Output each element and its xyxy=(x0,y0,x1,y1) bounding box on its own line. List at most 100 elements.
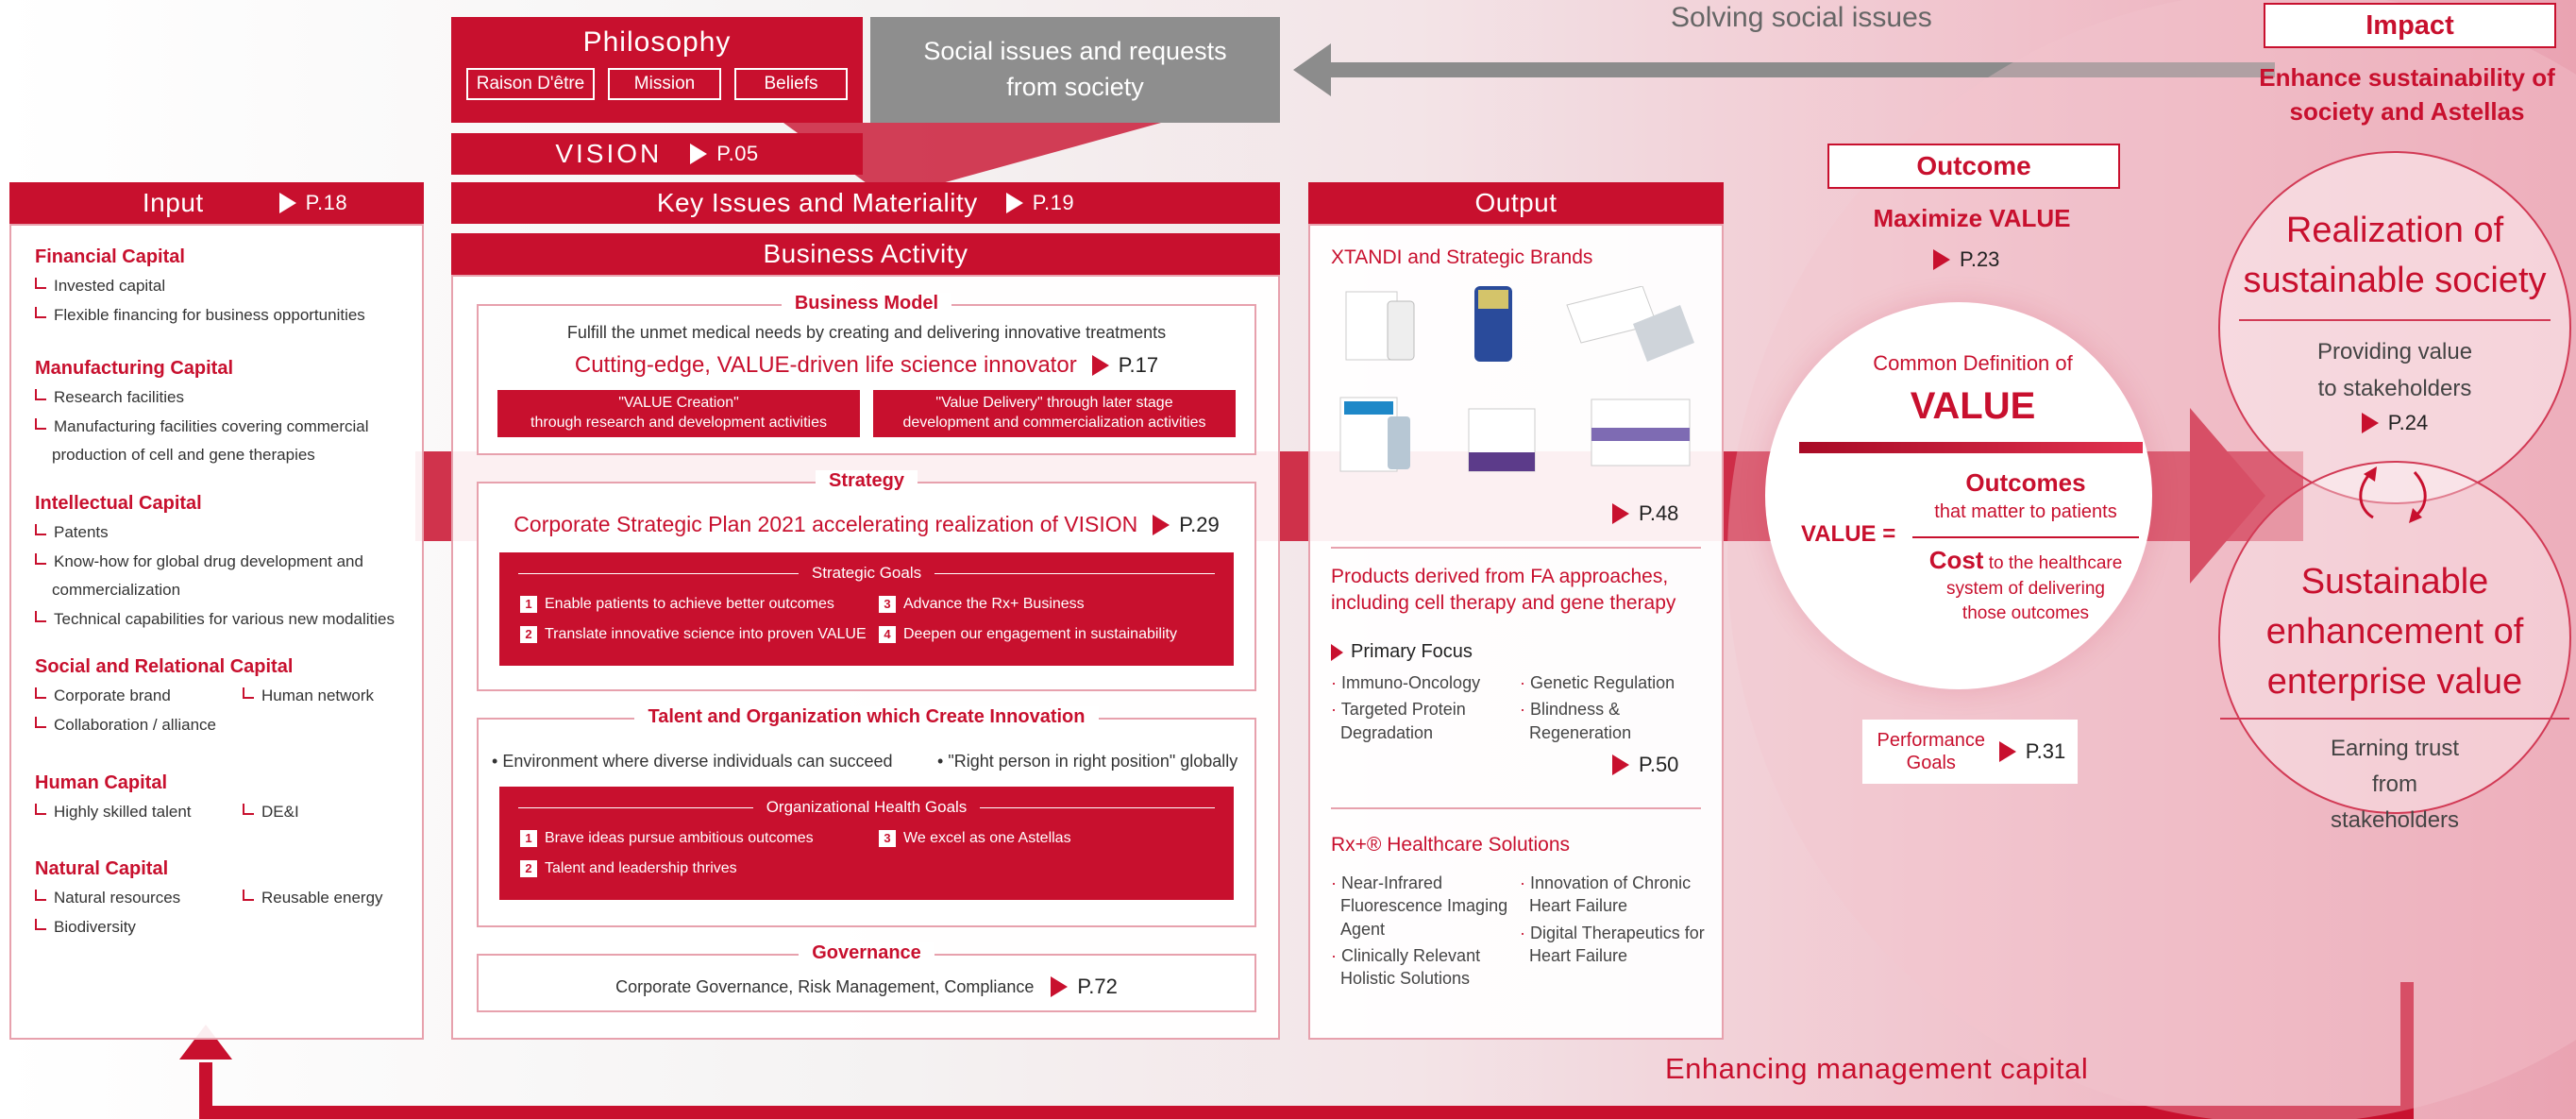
strategic-goals-box: Strategic Goals 1 Enable patients to achi… xyxy=(499,552,1234,666)
talent-item: "Right person in right position" globall… xyxy=(948,752,1238,771)
governance-box: Governance Corporate Governance, Risk Ma… xyxy=(477,942,1256,1012)
value-creation-box: "VALUE Creation" through research and de… xyxy=(497,390,860,437)
value-delivery-label: "Value Delivery" xyxy=(935,395,1043,411)
value-creation-desc: through research and development activit… xyxy=(530,414,827,431)
cost-denominator: Cost to the healthcare system of deliver… xyxy=(1912,544,2139,625)
input-item: Research facilities xyxy=(54,388,184,407)
rx-item: · Digital Therapeutics for Heart Failure xyxy=(1520,923,1705,965)
value-underline xyxy=(1799,442,2143,453)
value-equals: VALUE = xyxy=(1801,521,1896,547)
vision-label: VISION xyxy=(555,139,663,168)
circle1-ref[interactable]: P.24 xyxy=(2361,411,2428,435)
strategic-goal: Enable patients to achieve better outcom… xyxy=(545,596,834,612)
philosophy-block: Philosophy Raison D'être Mission Beliefs xyxy=(451,17,863,123)
value-delivery-desc-a: through later stage xyxy=(1042,395,1173,411)
rx-title: Rx+® Healthcare Solutions xyxy=(1331,834,1571,856)
fa-title: Products derived from FA approaches, inc… xyxy=(1331,566,1676,615)
play-icon xyxy=(278,193,296,213)
input-item: commercialization xyxy=(52,581,181,600)
cost-sub: those outcomes xyxy=(1961,602,2090,623)
input-item: Patents xyxy=(54,522,109,541)
input-item: Collaboration / alliance xyxy=(54,715,216,734)
talent-item: Environment where diverse individuals ca… xyxy=(502,752,893,771)
cycle-icon xyxy=(2359,466,2427,523)
key-issues-title: Key Issues and Materiality xyxy=(656,188,978,217)
raison-detre-box: Raison D'être xyxy=(466,68,595,100)
goal-number: 1 xyxy=(520,596,537,613)
social-capital-title: Social and Relational Capital xyxy=(35,656,294,678)
financial-capital-title: Financial Capital xyxy=(35,246,185,267)
play-icon xyxy=(1612,754,1629,775)
business-model-title: Business Model xyxy=(781,293,952,314)
natural-capital-title: Natural Capital xyxy=(35,858,169,880)
business-model-headline: Cutting-edge, VALUE-driven life science … xyxy=(574,352,1077,378)
triangle-bullet-icon xyxy=(1331,643,1343,661)
focus-item: · Blindness & Regeneration xyxy=(1520,700,1632,742)
input-bar: Input P.18 xyxy=(9,182,424,224)
org-goal: Brave ideas pursue ambitious outcomes xyxy=(545,830,814,846)
fraction-line xyxy=(1912,536,2139,538)
vision-bar: VISION P.05 xyxy=(451,133,863,175)
brands-ref[interactable]: P.48 xyxy=(1612,501,1678,526)
strategy-title: Strategy xyxy=(815,470,918,491)
key-issues-bar: Key Issues and Materiality P.19 xyxy=(451,182,1280,224)
talent-title: Talent and Organization which Create Inn… xyxy=(634,706,1099,727)
talent-box: Talent and Organization which Create Inn… xyxy=(477,706,1256,927)
sustainable-society-title: Realization of sustainable society xyxy=(2243,211,2547,301)
play-icon xyxy=(1998,741,2016,762)
rx-item: · Innovation of Chronic Heart Failure xyxy=(1520,873,1692,916)
play-icon xyxy=(1005,193,1023,213)
outcomes-numerator: Outcomes that matter to patients xyxy=(1912,468,2139,523)
value-creation-label: "VALUE Creation" xyxy=(618,395,739,411)
play-icon xyxy=(690,144,708,164)
vision-ref[interactable]: P.05 xyxy=(690,142,758,166)
outcomes-label: Outcomes xyxy=(1965,468,2086,497)
strategic-goal: Deepen our engagement in sustainability xyxy=(903,626,1177,642)
play-icon xyxy=(1933,249,1950,270)
value-delivery-box: "Value Delivery" through later stage dev… xyxy=(873,390,1236,437)
cost-sub: system of delivering xyxy=(1946,579,2105,600)
product-images xyxy=(1339,286,1694,472)
key-issues-ref[interactable]: P.19 xyxy=(1005,191,1074,215)
value-heading: VALUE xyxy=(1910,385,2036,427)
rx-item: · Clinically Relevant Holistic Solutions xyxy=(1331,945,1481,989)
input-item: Flexible financing for business opportun… xyxy=(54,305,365,324)
input-item: Technical capabilities for various new m… xyxy=(54,609,395,628)
strategy-box: Strategy Corporate Strategic Plan 2021 a… xyxy=(477,470,1256,691)
input-item: Reusable energy xyxy=(261,889,383,907)
beliefs-box: Beliefs xyxy=(734,68,848,100)
governance-ref[interactable]: P.72 xyxy=(1051,975,1118,999)
goal-number: 3 xyxy=(879,596,896,613)
strategic-goals-title: Strategic Goals xyxy=(811,564,922,582)
input-item: DE&I xyxy=(261,802,299,821)
strategic-goal: Translate innovative science into proven… xyxy=(545,626,867,642)
brands-title: XTANDI and Strategic Brands xyxy=(1331,246,1593,268)
outcomes-sub: that matter to patients xyxy=(1934,501,2117,522)
input-title: Input xyxy=(142,188,204,217)
org-goals-title: Organizational Health Goals xyxy=(766,798,968,816)
input-item: Biodiversity xyxy=(54,917,136,936)
input-item: Highly skilled talent xyxy=(54,802,192,821)
input-ref[interactable]: P.18 xyxy=(278,191,347,215)
focus-item: · Genetic Regulation xyxy=(1520,673,1675,692)
business-model-box: Business Model Fulfill the unmet medical… xyxy=(477,293,1256,455)
strategy-headline: Corporate Strategic Plan 2021 accelerati… xyxy=(514,512,1138,536)
output-bar: Output xyxy=(1308,182,1724,224)
org-goals-box: Organizational Health Goals 1 Brave ideas… xyxy=(499,787,1234,900)
input-item: Natural resources xyxy=(54,889,181,907)
input-item: production of cell and gene therapies xyxy=(52,446,315,465)
maximize-ref[interactable]: P.23 xyxy=(1933,247,1999,272)
business-model-ref[interactable]: P.17 xyxy=(1091,353,1158,378)
maximize-value: Maximize VALUE xyxy=(1873,204,2071,232)
focus-item: · Targeted Protein Degradation xyxy=(1331,700,1466,742)
strategy-ref[interactable]: P.29 xyxy=(1153,513,1220,537)
performance-ref[interactable]: P.31 xyxy=(1998,739,2065,764)
goal-number: 2 xyxy=(520,860,537,877)
cost-sub: to the healthcare xyxy=(1983,553,2123,573)
focus-ref[interactable]: P.50 xyxy=(1612,753,1678,777)
enterprise-value-title: Sustainable enhancement of enterprise va… xyxy=(2265,562,2524,703)
performance-goals-box: Performance Goals P.31 xyxy=(1862,720,2078,784)
sustainable-society-circle: Realization of sustainable society Provi… xyxy=(2218,151,2571,504)
cost-label: Cost xyxy=(1928,546,1984,574)
providing-value: Providing value to stakeholders xyxy=(2316,339,2473,401)
